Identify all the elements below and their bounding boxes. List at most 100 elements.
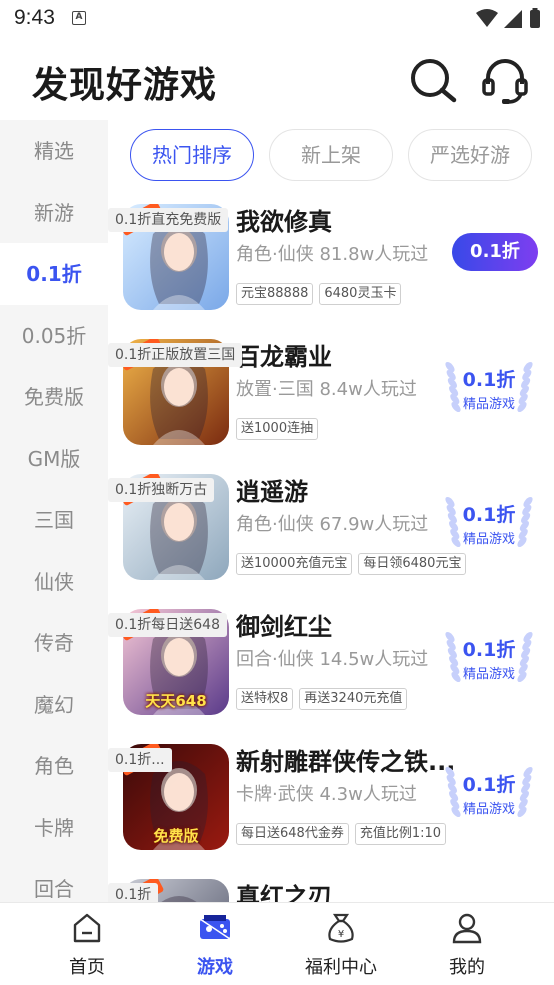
perk-tag: 送1000连抽 xyxy=(236,418,319,440)
game-category: 角色·仙侠 xyxy=(236,244,314,265)
game-category: 角色·仙侠 xyxy=(236,514,314,535)
sidebar-item[interactable]: 仙侠 xyxy=(0,551,108,613)
game-perks: 送10000充值元宝 每日领6480元宝 xyxy=(236,552,472,575)
nav-label: 我的 xyxy=(449,957,485,978)
game-card[interactable]: 0.1折真红之刃0.1折 xyxy=(108,871,554,902)
game-perks: 元宝88888 6480灵玉卡 xyxy=(236,282,407,305)
discount-value: 0.1折 xyxy=(462,774,516,796)
game-meta: 回合·仙侠 14.5w人玩过 xyxy=(236,645,428,671)
perk-tag: 送10000充值元宝 xyxy=(236,553,353,575)
customer-service-button[interactable] xyxy=(478,54,532,108)
game-card[interactable]: 0.1折 百龙霸业0.1折正版放置三国放置·三国 8.4w人玩过送1000连抽 0.… xyxy=(108,331,554,467)
discount-caption: 精品游戏 xyxy=(462,802,515,817)
sidebar-item[interactable]: 精选 xyxy=(0,120,108,182)
game-tag: 0.1折直充免费版 xyxy=(108,208,229,232)
home-icon xyxy=(73,913,101,943)
notification-icon: A xyxy=(72,11,86,25)
discount-badge: 0.1折精品游戏 xyxy=(438,359,540,421)
signal-icon xyxy=(504,10,522,28)
nav-item[interactable]: 游戏 xyxy=(160,903,270,985)
sidebar-item[interactable]: 角色 xyxy=(0,735,108,797)
game-card[interactable]: 0.1折天天648 御剑红尘 0.1折每日送648 回合·仙侠 14.5w人玩过送特权… xyxy=(108,601,554,737)
nav-label: 首页 xyxy=(69,957,105,978)
discount-badge: 0.1折精品游戏 xyxy=(438,629,540,691)
game-tag: 0.1折 xyxy=(108,883,159,902)
perk-tag: 再送3240元充值 xyxy=(299,688,408,710)
page-title: 发现好游戏 xyxy=(32,65,218,106)
game-list[interactable]: 0.1折 我欲修真 0.1折直充免费版角色·仙侠 81.8w人玩过元宝8888864… xyxy=(108,196,554,902)
sidebar-item[interactable]: 回合 xyxy=(0,858,108,902)
discount-value: 0.1折 xyxy=(462,504,516,526)
battery-icon xyxy=(530,10,540,28)
discount-badge: 0.1折精品游戏 xyxy=(438,494,540,556)
game-card[interactable]: 0.1折免费版 新射雕群侠传之铁... 0.1折... 卡牌·武侠 4.3w人玩过每日… xyxy=(108,736,554,872)
sidebar-item[interactable]: GM版 xyxy=(0,428,108,490)
discount-caption: 精品游戏 xyxy=(462,667,515,682)
nav-item[interactable]: 我的 xyxy=(412,903,522,985)
game-category: 回合·仙侠 xyxy=(236,649,314,670)
perk-tag: 元宝88888 xyxy=(236,283,314,305)
game-meta: 卡牌·武侠 4.3w人玩过 xyxy=(236,780,417,806)
game-tag: 0.1折每日送648 xyxy=(108,613,227,637)
sidebar-item[interactable]: 卡牌 xyxy=(0,797,108,859)
discount-badge: 0.1折精品游戏 xyxy=(438,764,540,826)
sidebar-item[interactable]: 三国 xyxy=(0,489,108,551)
status-time: 9:43 xyxy=(14,6,55,29)
perk-tag: 充值比例1:10 xyxy=(354,823,447,845)
icon-promo-label: 天天648 xyxy=(145,692,207,710)
game-title: 新射雕群侠传之铁... xyxy=(236,748,456,776)
search-button[interactable] xyxy=(406,54,460,108)
game-perks: 每日送648代金券 充值比例1:10 xyxy=(236,822,452,845)
game-category: 卡牌·武侠 xyxy=(236,784,314,805)
system-status-icons xyxy=(476,8,540,28)
nav-item[interactable]: 首页 xyxy=(32,903,142,985)
game-title: 百龙霸业 xyxy=(236,343,332,371)
perk-tag: 每日领6480元宝 xyxy=(358,553,467,575)
tab-sort[interactable]: 严选好游 xyxy=(408,129,532,181)
status-bar: 9:43 A xyxy=(0,0,554,38)
sidebar-item[interactable]: 传奇 xyxy=(0,612,108,674)
sidebar-item[interactable]: 免费版 xyxy=(0,366,108,428)
game-players: 81.8w人玩过 xyxy=(319,244,429,265)
headset-icon xyxy=(482,59,528,104)
discount-caption: 精品游戏 xyxy=(462,397,515,412)
discount-caption: 精品游戏 xyxy=(462,532,515,547)
gamepad-icon xyxy=(199,915,231,940)
game-card[interactable]: 0.1折 我欲修真 0.1折直充免费版角色·仙侠 81.8w人玩过元宝8888864… xyxy=(108,196,554,332)
game-title: 逍遥游 xyxy=(236,478,308,506)
search-icon xyxy=(411,59,457,103)
category-sidebar[interactable]: 精选 新游 0.1折 0.05折 免费版 GM版 三国 仙侠 传奇 魔幻 角色 卡牌 回合 xyxy=(0,120,108,902)
user-icon xyxy=(452,913,482,944)
discount-value: 0.1折 xyxy=(462,369,516,391)
nav-item[interactable]: ¥ 福利中心 xyxy=(286,903,396,985)
icon-promo-label: 免费版 xyxy=(153,827,199,845)
sidebar-item[interactable]: 魔幻 xyxy=(0,674,108,736)
sidebar-item[interactable]: 0.05折 xyxy=(0,305,108,367)
game-meta: 角色·仙侠 67.9w人玩过 xyxy=(236,510,428,536)
discount-pill[interactable]: 0.1折 xyxy=(452,233,538,271)
perk-tag: 6480灵玉卡 xyxy=(319,283,402,305)
game-perks: 送特权8 再送3240元充值 xyxy=(236,687,413,710)
bottom-navigation: 首页 游戏 ¥ 福利中心 我的 xyxy=(0,902,554,984)
money-bag-icon: ¥ xyxy=(328,913,354,943)
game-meta: 放置·三国 8.4w人玩过 xyxy=(236,375,417,401)
game-tag: 0.1折正版放置三国 xyxy=(108,343,243,367)
perk-tag: 送特权8 xyxy=(236,688,294,710)
game-title: 真红之刃 xyxy=(236,883,332,902)
game-perks: 送1000连抽 xyxy=(236,417,324,440)
tab-sort[interactable]: 新上架 xyxy=(269,129,393,181)
perk-tag: 每日送648代金券 xyxy=(236,823,349,845)
tab-sort[interactable]: 热门排序 xyxy=(130,129,254,181)
game-title: 我欲修真 xyxy=(236,208,332,236)
header: 发现好游戏 xyxy=(0,38,554,120)
game-players: 14.5w人玩过 xyxy=(319,649,429,670)
nav-label: 游戏 xyxy=(197,957,233,978)
game-meta: 角色·仙侠 81.8w人玩过 xyxy=(236,240,428,266)
game-category: 放置·三国 xyxy=(236,379,314,400)
sidebar-item[interactable]: 新游 xyxy=(0,182,108,244)
discount-value: 0.1折 xyxy=(462,639,516,661)
game-players: 67.9w人玩过 xyxy=(319,514,429,535)
sidebar-item[interactable]: 0.1折 xyxy=(0,243,108,305)
game-card[interactable]: 0.1折 逍遥游 0.1折独断万古角色·仙侠 67.9w人玩过送10000充值元宝每… xyxy=(108,466,554,602)
nav-label: 福利中心 xyxy=(305,957,377,978)
